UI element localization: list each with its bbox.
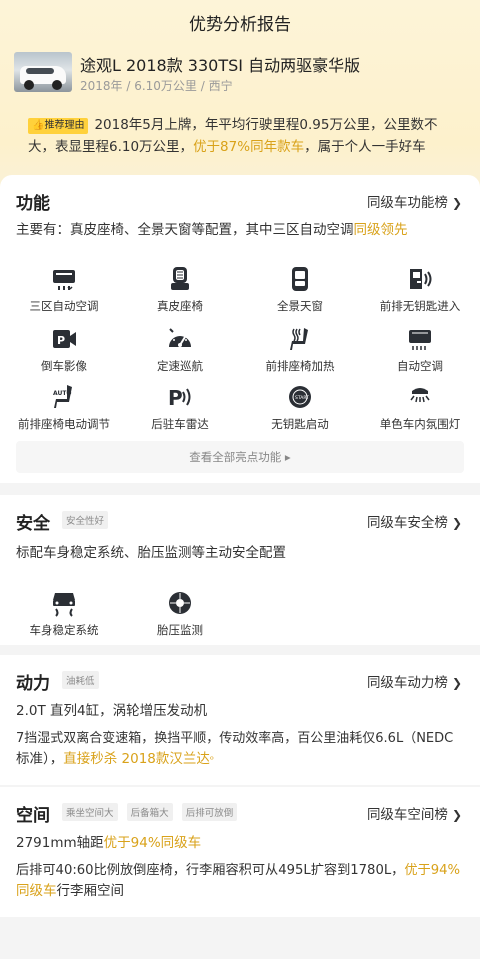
features-summary: 主要有：真皮座椅、全景天窗等配置，其中三区自动空调同级领先: [16, 222, 408, 238]
feature-item[interactable]: 真皮座椅: [120, 265, 240, 314]
power-title: 动力: [16, 674, 50, 694]
safety-rank-link[interactable]: 同级车安全榜 ❯: [367, 511, 462, 531]
cruise-control-icon: [169, 328, 191, 347]
chevron-right-icon: ❯: [451, 196, 462, 210]
feature-item[interactable]: 前排无钥匙进入: [360, 265, 480, 314]
climate-zone-icon: [53, 270, 75, 290]
feature-item[interactable]: START 无钥匙启动: [240, 383, 360, 432]
power-rank-link[interactable]: 同级车动力榜 ❯: [367, 671, 462, 691]
feature-item[interactable]: 三区自动空调: [4, 265, 124, 314]
space-wheelbase: 2791mm轴距优于94%同级车: [16, 835, 202, 851]
car-name: 途观L 2018款 330TSI 自动两驱豪华版: [80, 56, 361, 75]
power-seat-icon: AUTO: [53, 385, 72, 408]
keyless-entry-icon: [410, 269, 432, 289]
sunroof-icon: [292, 267, 308, 291]
feature-item[interactable]: 定速巡航: [120, 325, 240, 374]
svg-text:AUTO: AUTO: [53, 390, 72, 397]
reverse-camera-icon: P: [53, 330, 76, 348]
car-summary[interactable]: 途观L 2018款 330TSI 自动两驱豪华版 2018年 / 6.10万公里…: [14, 52, 466, 96]
space-title: 空间: [16, 806, 50, 826]
chevron-right-icon: ❯: [451, 516, 462, 530]
feature-item[interactable]: 单色车内氛围灯: [360, 383, 480, 432]
auto-ac-icon: [409, 330, 431, 350]
svg-text:P: P: [168, 386, 183, 410]
recommend-highlight: 优于87%同年款车: [193, 139, 305, 155]
features-card: 功能 同级车功能榜 ❯ 主要有：真皮座椅、全景天窗等配置，其中三区自动空调同级领先…: [0, 175, 480, 483]
space-pill: 乘坐空间大: [62, 803, 118, 821]
safety-pill: 安全性好: [62, 511, 109, 529]
power-compare-link[interactable]: 直接秒杀 2018款汉兰达: [63, 751, 210, 767]
recommend-line-1: 2018年5月上牌，年平均行驶里程0.95万公里，公里数不: [94, 117, 438, 133]
recommend-line-2-end: ，属于个人一手好车: [304, 139, 426, 155]
space-rank-link[interactable]: 同级车空间榜 ❯: [367, 803, 462, 823]
page-title: 优势分析报告: [189, 15, 291, 35]
feature-item[interactable]: 车身稳定系统: [4, 589, 124, 638]
view-all-features-button[interactable]: 查看全部亮点功能 ▸: [16, 441, 464, 473]
power-compare: 标准），直接秒杀 2018款汉兰达ᵒ: [16, 751, 215, 767]
feature-item[interactable]: 前排座椅加热: [240, 325, 360, 374]
recommend-tag: 👍推荐理由: [28, 118, 89, 134]
feature-item[interactable]: P 倒车影像: [4, 325, 124, 374]
power-pill: 油耗低: [62, 671, 99, 689]
space-pill: 后排可放倒: [181, 803, 238, 821]
thumbs-up-icon: 👍: [32, 120, 45, 131]
features-rank-link[interactable]: 同级车功能榜 ❯: [367, 191, 462, 211]
svg-text:P: P: [57, 334, 65, 347]
feature-item[interactable]: 胎压监测: [120, 589, 240, 638]
search-icon: ᵒ: [209, 755, 215, 766]
safety-title: 安全: [16, 514, 50, 534]
chevron-right-icon: ❯: [451, 808, 462, 822]
features-title: 功能: [16, 194, 50, 214]
power-card: 动力 油耗低 同级车动力榜 ❯ 2.0T 直列4缸，涡轮增压发动机 7挡湿式双离合…: [0, 655, 480, 785]
stability-control-icon: [53, 593, 75, 617]
safety-card: 安全 安全性好 同级车安全榜 ❯ 标配车身稳定系统、胎压监测等主动安全配置 车身稳…: [0, 495, 480, 645]
chevron-right-icon: ❯: [451, 676, 462, 690]
space-trunk-end: 同级车行李厢空间: [16, 883, 124, 899]
space-card: 空间 乘坐空间大 后备箱大 后排可放倒 同级车空间榜 ❯ 2791mm轴距优于94…: [0, 787, 480, 917]
svg-text:START: START: [295, 395, 309, 401]
recommend-line-2: 大，表显里程6.10万公里，: [28, 139, 194, 155]
seat-heating-icon: [290, 328, 308, 350]
ambient-light-icon: [410, 388, 430, 403]
space-pill: 后备箱大: [126, 803, 173, 821]
leather-seat-icon: [171, 267, 189, 290]
car-meta: 2018年 / 6.10万公里 / 西宁: [80, 79, 233, 93]
tire-pressure-icon: [169, 592, 191, 614]
power-transmission: 7挡湿式双离合变速箱，换挡平顺，传动效率高，百公里油耗仅6.6L（NEDC: [16, 731, 454, 746]
feature-item[interactable]: AUTO 前排座椅电动调节: [4, 383, 124, 432]
car-thumbnail: [14, 52, 72, 92]
space-trunk: 后排可40:60比例放倒座椅，行李厢容积可从495L扩容到1780L，优于94%: [16, 863, 461, 878]
feature-item[interactable]: 自动空调: [360, 325, 480, 374]
safety-summary: 标配车身稳定系统、胎压监测等主动安全配置: [16, 545, 286, 561]
recommend-reason: 👍推荐理由 2018年5月上牌，年平均行驶里程0.95万公里，公里数不 大，表显里…: [14, 110, 466, 162]
feature-item[interactable]: P 后驻车雷达: [120, 383, 240, 432]
parking-radar-icon: P: [168, 386, 191, 410]
keyless-start-icon: START: [289, 386, 311, 408]
feature-item[interactable]: 全景天窗: [240, 265, 360, 314]
power-engine: 2.0T 直列4缸，涡轮增压发动机: [16, 703, 208, 719]
